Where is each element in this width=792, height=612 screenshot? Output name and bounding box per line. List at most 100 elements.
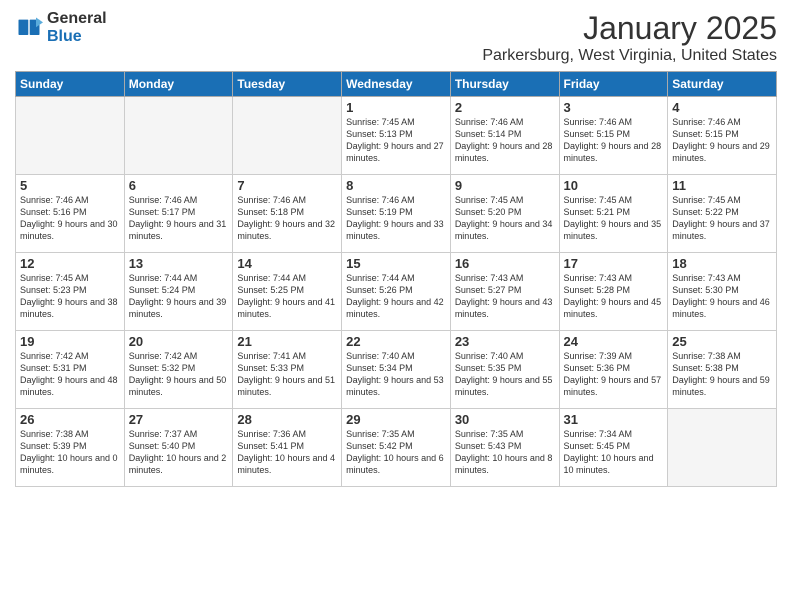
header-row: General Blue January 2025 Parkersburg, W… <box>15 10 777 65</box>
calendar-cell: 5Sunrise: 7:46 AM Sunset: 5:16 PM Daylig… <box>16 175 125 253</box>
weekday-header-wednesday: Wednesday <box>342 72 451 97</box>
day-info: Sunrise: 7:34 AM Sunset: 5:45 PM Dayligh… <box>564 428 664 477</box>
location-title: Parkersburg, West Virginia, United State… <box>482 47 777 65</box>
day-number: 28 <box>237 412 337 427</box>
calendar-cell: 13Sunrise: 7:44 AM Sunset: 5:24 PM Dayli… <box>124 253 233 331</box>
day-number: 4 <box>672 100 772 115</box>
day-info: Sunrise: 7:44 AM Sunset: 5:25 PM Dayligh… <box>237 272 337 321</box>
calendar-cell: 26Sunrise: 7:38 AM Sunset: 5:39 PM Dayli… <box>16 409 125 487</box>
day-info: Sunrise: 7:46 AM Sunset: 5:18 PM Dayligh… <box>237 194 337 243</box>
calendar-cell: 28Sunrise: 7:36 AM Sunset: 5:41 PM Dayli… <box>233 409 342 487</box>
day-number: 22 <box>346 334 446 349</box>
calendar-cell <box>124 97 233 175</box>
calendar-cell: 6Sunrise: 7:46 AM Sunset: 5:17 PM Daylig… <box>124 175 233 253</box>
day-info: Sunrise: 7:35 AM Sunset: 5:43 PM Dayligh… <box>455 428 555 477</box>
day-number: 14 <box>237 256 337 271</box>
day-info: Sunrise: 7:46 AM Sunset: 5:17 PM Dayligh… <box>129 194 229 243</box>
day-number: 9 <box>455 178 555 193</box>
calendar-cell: 14Sunrise: 7:44 AM Sunset: 5:25 PM Dayli… <box>233 253 342 331</box>
day-number: 24 <box>564 334 664 349</box>
calendar-cell: 12Sunrise: 7:45 AM Sunset: 5:23 PM Dayli… <box>16 253 125 331</box>
calendar-cell: 22Sunrise: 7:40 AM Sunset: 5:34 PM Dayli… <box>342 331 451 409</box>
day-number: 20 <box>129 334 229 349</box>
day-number: 7 <box>237 178 337 193</box>
day-info: Sunrise: 7:43 AM Sunset: 5:30 PM Dayligh… <box>672 272 772 321</box>
logo: General Blue <box>15 10 107 46</box>
day-number: 30 <box>455 412 555 427</box>
logo-text: General Blue <box>47 10 107 46</box>
title-area: January 2025 Parkersburg, West Virginia,… <box>482 10 777 65</box>
day-number: 5 <box>20 178 120 193</box>
weekday-header-thursday: Thursday <box>450 72 559 97</box>
day-info: Sunrise: 7:40 AM Sunset: 5:35 PM Dayligh… <box>455 350 555 399</box>
day-info: Sunrise: 7:43 AM Sunset: 5:28 PM Dayligh… <box>564 272 664 321</box>
day-info: Sunrise: 7:45 AM Sunset: 5:20 PM Dayligh… <box>455 194 555 243</box>
day-number: 29 <box>346 412 446 427</box>
page-container: General Blue January 2025 Parkersburg, W… <box>0 0 792 492</box>
day-number: 12 <box>20 256 120 271</box>
day-number: 6 <box>129 178 229 193</box>
day-info: Sunrise: 7:40 AM Sunset: 5:34 PM Dayligh… <box>346 350 446 399</box>
calendar-cell: 31Sunrise: 7:34 AM Sunset: 5:45 PM Dayli… <box>559 409 668 487</box>
day-number: 17 <box>564 256 664 271</box>
weekday-header-monday: Monday <box>124 72 233 97</box>
calendar-cell: 19Sunrise: 7:42 AM Sunset: 5:31 PM Dayli… <box>16 331 125 409</box>
calendar-cell: 20Sunrise: 7:42 AM Sunset: 5:32 PM Dayli… <box>124 331 233 409</box>
calendar-cell: 24Sunrise: 7:39 AM Sunset: 5:36 PM Dayli… <box>559 331 668 409</box>
day-info: Sunrise: 7:45 AM Sunset: 5:21 PM Dayligh… <box>564 194 664 243</box>
calendar-cell: 23Sunrise: 7:40 AM Sunset: 5:35 PM Dayli… <box>450 331 559 409</box>
calendar-table: SundayMondayTuesdayWednesdayThursdayFrid… <box>15 71 777 487</box>
month-title: January 2025 <box>482 10 777 47</box>
day-info: Sunrise: 7:35 AM Sunset: 5:42 PM Dayligh… <box>346 428 446 477</box>
weekday-header-tuesday: Tuesday <box>233 72 342 97</box>
calendar-cell: 9Sunrise: 7:45 AM Sunset: 5:20 PM Daylig… <box>450 175 559 253</box>
day-info: Sunrise: 7:41 AM Sunset: 5:33 PM Dayligh… <box>237 350 337 399</box>
day-number: 27 <box>129 412 229 427</box>
week-row-2: 5Sunrise: 7:46 AM Sunset: 5:16 PM Daylig… <box>16 175 777 253</box>
day-number: 16 <box>455 256 555 271</box>
calendar-cell <box>233 97 342 175</box>
day-number: 10 <box>564 178 664 193</box>
day-number: 15 <box>346 256 446 271</box>
day-number: 8 <box>346 178 446 193</box>
calendar-cell <box>16 97 125 175</box>
calendar-cell: 4Sunrise: 7:46 AM Sunset: 5:15 PM Daylig… <box>668 97 777 175</box>
day-info: Sunrise: 7:46 AM Sunset: 5:16 PM Dayligh… <box>20 194 120 243</box>
calendar-cell: 8Sunrise: 7:46 AM Sunset: 5:19 PM Daylig… <box>342 175 451 253</box>
calendar-cell: 3Sunrise: 7:46 AM Sunset: 5:15 PM Daylig… <box>559 97 668 175</box>
day-info: Sunrise: 7:46 AM Sunset: 5:14 PM Dayligh… <box>455 116 555 165</box>
calendar-cell: 10Sunrise: 7:45 AM Sunset: 5:21 PM Dayli… <box>559 175 668 253</box>
weekday-header-friday: Friday <box>559 72 668 97</box>
calendar-cell: 2Sunrise: 7:46 AM Sunset: 5:14 PM Daylig… <box>450 97 559 175</box>
week-row-4: 19Sunrise: 7:42 AM Sunset: 5:31 PM Dayli… <box>16 331 777 409</box>
day-number: 23 <box>455 334 555 349</box>
calendar-cell: 18Sunrise: 7:43 AM Sunset: 5:30 PM Dayli… <box>668 253 777 331</box>
day-info: Sunrise: 7:45 AM Sunset: 5:13 PM Dayligh… <box>346 116 446 165</box>
day-number: 25 <box>672 334 772 349</box>
day-info: Sunrise: 7:44 AM Sunset: 5:26 PM Dayligh… <box>346 272 446 321</box>
logo-blue: Blue <box>47 28 82 45</box>
calendar-cell: 16Sunrise: 7:43 AM Sunset: 5:27 PM Dayli… <box>450 253 559 331</box>
calendar-cell: 11Sunrise: 7:45 AM Sunset: 5:22 PM Dayli… <box>668 175 777 253</box>
calendar-cell <box>668 409 777 487</box>
week-row-1: 1Sunrise: 7:45 AM Sunset: 5:13 PM Daylig… <box>16 97 777 175</box>
calendar-cell: 17Sunrise: 7:43 AM Sunset: 5:28 PM Dayli… <box>559 253 668 331</box>
day-info: Sunrise: 7:46 AM Sunset: 5:15 PM Dayligh… <box>564 116 664 165</box>
day-info: Sunrise: 7:45 AM Sunset: 5:23 PM Dayligh… <box>20 272 120 321</box>
day-number: 18 <box>672 256 772 271</box>
calendar-cell: 7Sunrise: 7:46 AM Sunset: 5:18 PM Daylig… <box>233 175 342 253</box>
day-info: Sunrise: 7:39 AM Sunset: 5:36 PM Dayligh… <box>564 350 664 399</box>
day-info: Sunrise: 7:42 AM Sunset: 5:32 PM Dayligh… <box>129 350 229 399</box>
calendar-cell: 15Sunrise: 7:44 AM Sunset: 5:26 PM Dayli… <box>342 253 451 331</box>
day-info: Sunrise: 7:46 AM Sunset: 5:19 PM Dayligh… <box>346 194 446 243</box>
logo-icon <box>15 14 43 42</box>
weekday-header-row: SundayMondayTuesdayWednesdayThursdayFrid… <box>16 72 777 97</box>
day-number: 1 <box>346 100 446 115</box>
day-number: 13 <box>129 256 229 271</box>
calendar-cell: 21Sunrise: 7:41 AM Sunset: 5:33 PM Dayli… <box>233 331 342 409</box>
weekday-header-saturday: Saturday <box>668 72 777 97</box>
day-info: Sunrise: 7:36 AM Sunset: 5:41 PM Dayligh… <box>237 428 337 477</box>
weekday-header-sunday: Sunday <box>16 72 125 97</box>
day-info: Sunrise: 7:37 AM Sunset: 5:40 PM Dayligh… <box>129 428 229 477</box>
day-info: Sunrise: 7:42 AM Sunset: 5:31 PM Dayligh… <box>20 350 120 399</box>
